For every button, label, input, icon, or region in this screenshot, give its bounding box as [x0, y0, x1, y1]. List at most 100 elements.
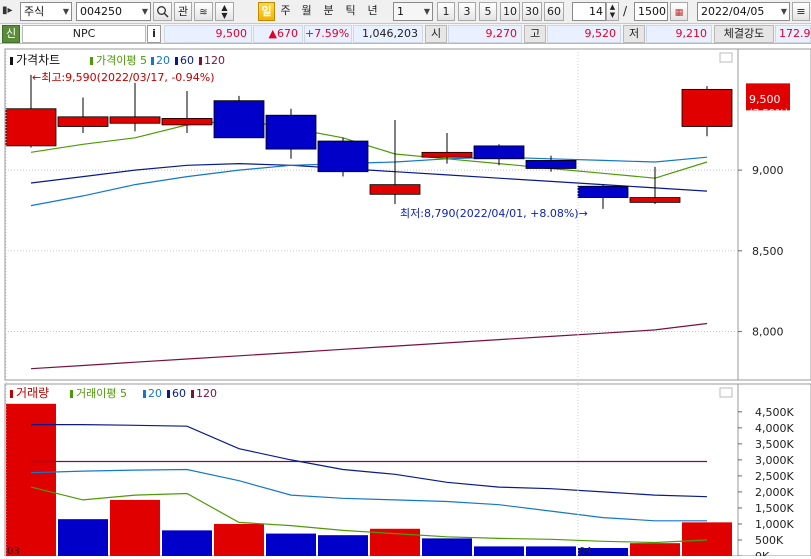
- volume-bar: [6, 403, 56, 556]
- volume-bar: [682, 522, 732, 556]
- price-legend-ma20: 20: [156, 54, 170, 67]
- volume-bar: [162, 530, 212, 556]
- volume-tick-label: 4,500K: [755, 406, 794, 419]
- volume-bar: [630, 543, 680, 556]
- period-minute-button[interactable]: 분: [320, 2, 337, 21]
- candle-body: [213, 100, 265, 139]
- period-month-button[interactable]: 월: [298, 2, 315, 21]
- search-button[interactable]: [153, 2, 172, 21]
- quote-bar: 신 NPC i 9,500 ▲670 +7.59% 1,046,203 시 9,…: [0, 24, 811, 44]
- volume-tick-label: 2,000K: [755, 486, 794, 499]
- interval-10-button[interactable]: 10: [500, 2, 520, 21]
- legend-marker: [191, 390, 194, 398]
- count-input[interactable]: 14: [572, 2, 606, 21]
- stock-code-input[interactable]: 004250 ▼: [76, 2, 151, 21]
- updown-button[interactable]: ▲ ▼: [215, 2, 234, 21]
- legend-marker: [70, 390, 73, 398]
- price-legend-ma120: 120: [204, 54, 225, 67]
- candle-body: [629, 197, 681, 203]
- low-value: 9,210: [646, 25, 712, 43]
- period-year-button[interactable]: 년: [364, 2, 381, 21]
- magnifier-icon: [157, 6, 169, 18]
- price-legend: 가격차트 가격이평 5 20 60 120: [10, 53, 225, 67]
- x-tick-label: 04: [579, 546, 592, 556]
- low-annotation: 최저:8,790(2022/04/01, +8.08%)→: [400, 207, 588, 220]
- candle-body: [525, 160, 577, 169]
- info-button[interactable]: i: [147, 25, 161, 43]
- menu-icon: ≡: [796, 5, 806, 18]
- candle-body: [577, 185, 629, 198]
- legend-marker: [10, 57, 13, 65]
- high-annotation: ←최고:9,590(2022/03/17, -0.94%): [32, 71, 215, 84]
- price-tick-label: 9,000: [752, 164, 784, 177]
- candle-body: [681, 88, 733, 127]
- interval-30-button[interactable]: 30: [522, 2, 542, 21]
- volume-tick-label: 4,000K: [755, 422, 794, 435]
- interest-button[interactable]: 관: [174, 2, 192, 21]
- drawing-tool-button[interactable]: ≋: [194, 2, 213, 21]
- volume-tick-label: 3,500K: [755, 438, 794, 451]
- candle-body: [161, 118, 213, 126]
- interval-5-button[interactable]: 5: [479, 2, 497, 21]
- candle-body: [317, 140, 369, 173]
- count-total-input[interactable]: 1500: [634, 2, 668, 21]
- date-value: 2022/04/05: [701, 5, 765, 18]
- stock-code-value: 004250: [80, 5, 122, 18]
- market-select[interactable]: 주식 ▼: [20, 2, 72, 21]
- chart-svg[interactable]: 가격차트 가격이평 5 20 60 120 거래량 거래이평 5 20 60 1…: [0, 44, 811, 559]
- interval-60-button[interactable]: 60: [544, 2, 564, 21]
- legend-marker: [151, 57, 154, 65]
- count-separator: /: [623, 4, 628, 18]
- open-label: 시: [425, 25, 447, 43]
- chart-area[interactable]: 가격차트 가격이평 5 20 60 120 거래량 거래이평 5 20 60 1…: [0, 44, 811, 559]
- count-spinner[interactable]: ▲ ▼: [606, 2, 619, 21]
- calendar-button[interactable]: ▦: [670, 2, 688, 21]
- volume-bar: [474, 546, 524, 556]
- period-day-button[interactable]: 일: [258, 2, 275, 21]
- stock-name: NPC: [22, 25, 146, 43]
- candle-body: [5, 108, 57, 147]
- legend-marker: [10, 390, 13, 398]
- volume-legend: 거래량 거래이평 5 20 60 120: [10, 386, 217, 400]
- price-change-pct: +7.59%: [304, 25, 352, 43]
- price-pane[interactable]: [4, 48, 739, 381]
- legend-marker: [90, 57, 93, 65]
- chevron-down-icon: ▼: [141, 7, 148, 16]
- period-tick-button[interactable]: 틱: [342, 2, 359, 21]
- legend-marker: [175, 57, 178, 65]
- date-input[interactable]: 2022/04/05 ▼: [697, 2, 790, 21]
- price-legend-ma5: 가격이평 5: [96, 54, 147, 67]
- candle-body: [369, 184, 421, 195]
- volume-legend-title: 거래량: [16, 386, 49, 400]
- legend-marker: [199, 57, 202, 65]
- menu-button[interactable]: ≡: [792, 2, 810, 21]
- last-price-pct: (7.59%): [749, 108, 789, 119]
- volume-bar: [110, 499, 160, 556]
- period-week-button[interactable]: 주: [277, 2, 294, 21]
- price-tick-label: 8,000: [752, 326, 784, 339]
- high-label: 고: [524, 25, 546, 43]
- price-legend-ma60: 60: [180, 54, 194, 67]
- candle-body: [57, 116, 109, 127]
- strength-label: 체결강도: [714, 25, 774, 43]
- last-price-label: 9,500: [749, 93, 781, 106]
- volume-value: 1,046,203: [353, 25, 423, 43]
- candle-body: [421, 151, 473, 158]
- price-change: ▲670: [253, 25, 303, 43]
- chevron-down-icon: ▼: [423, 7, 430, 16]
- code-link-icon[interactable]: ▮▸: [2, 5, 18, 19]
- toolbar: ▮▸ 주식 ▼ 004250 ▼ 관 ≋ ▲ ▼ 일 주 월 분 틱 년 1 ▼ …: [0, 0, 811, 24]
- volume-legend-ma120: 120: [196, 387, 217, 400]
- market-select-value: 주식: [24, 5, 45, 18]
- chevron-down-icon: ▼: [62, 7, 69, 16]
- calendar-grid-icon: ▦: [674, 8, 684, 18]
- interval-select[interactable]: 1 ▼: [393, 2, 433, 21]
- interval-1-button[interactable]: 1: [437, 2, 455, 21]
- volume-bar: [422, 538, 472, 556]
- legend-marker: [167, 390, 170, 398]
- price-legend-title: 가격차트: [16, 53, 60, 67]
- current-price: 9,500: [164, 25, 252, 43]
- volume-bar: [266, 533, 316, 556]
- interval-3-button[interactable]: 3: [458, 2, 476, 21]
- volume-bar: [58, 519, 108, 556]
